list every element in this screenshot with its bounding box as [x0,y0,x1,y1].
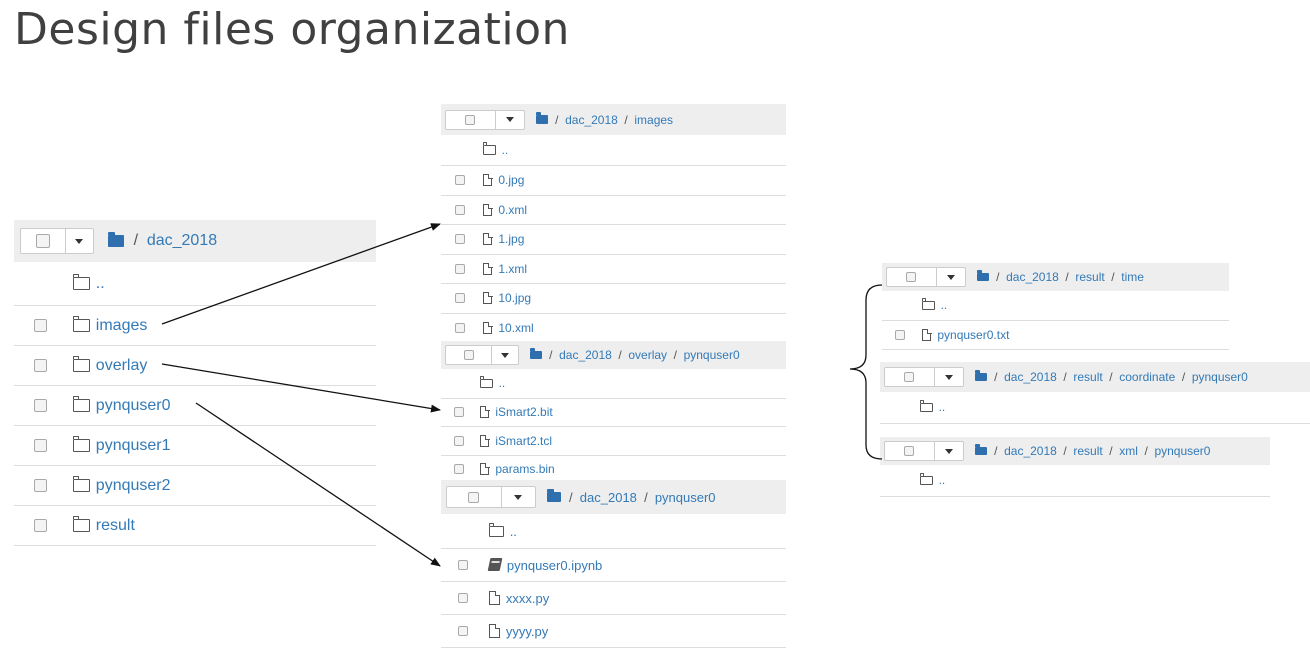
result-curly-brace [849,284,883,460]
arrow-overlay-to-panel [161,363,441,413]
arrow-images-to-panel [161,223,441,325]
connector-overlay [161,223,883,567]
arrow-pynquser0-to-panel [195,402,441,567]
